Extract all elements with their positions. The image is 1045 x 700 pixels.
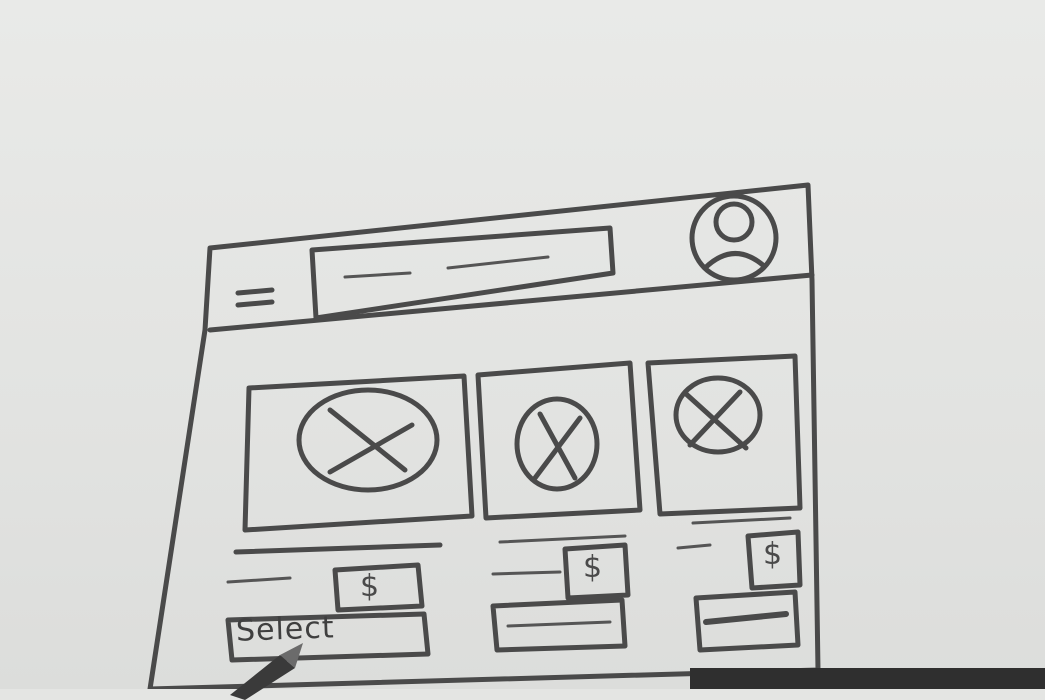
header-divider (207, 272, 815, 333)
card-3-image[interactable] (645, 353, 803, 517)
card-1-price: $ (360, 569, 380, 604)
card-1-image[interactable] (242, 373, 475, 533)
wireframe-sketch (147, 182, 821, 689)
desk-edge (690, 668, 1045, 689)
card-1-title-line (233, 542, 443, 555)
card-3-desc-line (676, 543, 712, 550)
card-2-desc-line (491, 570, 562, 576)
card-2-title-line (498, 534, 627, 544)
card-3-button-line (703, 611, 789, 625)
card-3-price: $ (763, 537, 783, 572)
card-2-image[interactable] (475, 360, 643, 521)
card-3-title-line (691, 516, 792, 525)
card-1-desc-line (226, 576, 292, 584)
card-2-button-line (506, 620, 612, 628)
pencil-icon (230, 643, 303, 700)
card-2-price: $ (583, 550, 603, 585)
user-avatar-icon[interactable] (689, 193, 779, 283)
hamburger-menu-icon[interactable] (235, 287, 275, 308)
